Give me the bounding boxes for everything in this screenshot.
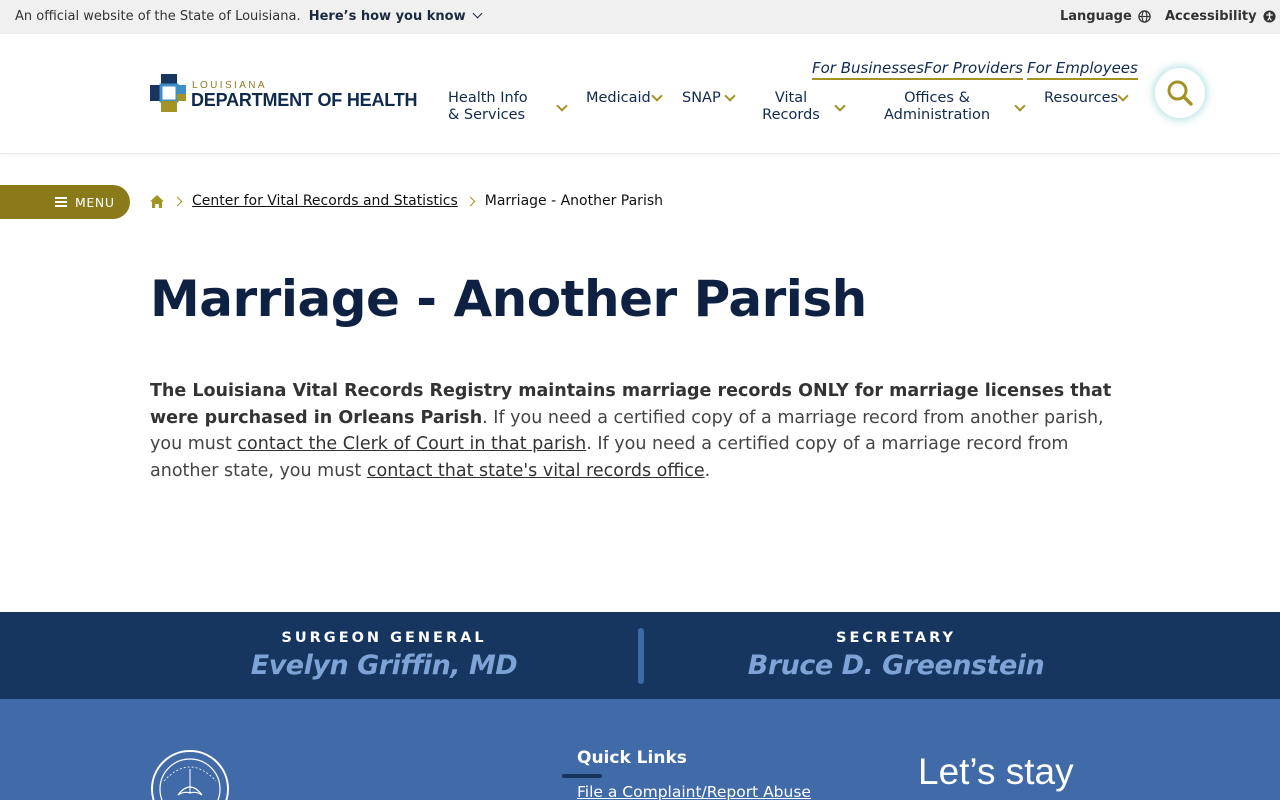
leadership-band: SURGEON GENERAL Evelyn Griffin, MD SECRE… (0, 612, 1280, 699)
ldh-logo[interactable]: LOUISIANA DEPARTMENT OF HEALTH (150, 74, 418, 114)
nav-label-line: Administration (884, 107, 991, 123)
leader-divider (638, 628, 644, 684)
nav-medicaid[interactable]: Medicaid (586, 90, 651, 107)
search-icon (1167, 80, 1193, 106)
chevron-right-icon (172, 196, 183, 206)
breadcrumb-current: Marriage - Another Parish (484, 193, 663, 209)
clerk-of-court-link[interactable]: contact the Clerk of Court in that paris… (237, 434, 586, 454)
how-you-know-toggle[interactable]: Here’s how you know (308, 8, 483, 24)
secretary-role: SECRETARY (836, 630, 956, 646)
nav-label-line: Medicaid (586, 90, 651, 106)
nav-label-line: Health Info (448, 90, 528, 106)
language-label: Language (1060, 9, 1132, 24)
surgeon-general-name: Evelyn Griffin, MD (250, 650, 518, 681)
nav-resources[interactable]: Resources (1044, 90, 1118, 107)
nav-label-line: Records (762, 107, 820, 123)
chevron-down-icon[interactable] (651, 90, 663, 102)
globe-icon (1138, 10, 1151, 23)
quick-links-title: Quick Links (577, 748, 687, 768)
official-banner: An official website of the State of Loui… (0, 0, 1280, 34)
ldh-logo-mark-icon (150, 74, 186, 112)
secretary-name: Bruce D. Greenstein (747, 650, 1045, 681)
state-vital-records-link[interactable]: contact that state's vital records offic… (367, 461, 705, 481)
nav-label-line: Resources (1044, 90, 1119, 106)
stay-connected-heading: Let’s stay (918, 751, 1074, 792)
intro-paragraph: The Louisiana Vital Records Registry mai… (150, 378, 1130, 484)
official-notice: An official website of the State of Loui… (15, 9, 301, 24)
nav-label-line: & Services (448, 107, 526, 123)
surgeon-general-block: SURGEON GENERAL Evelyn Griffin, MD (224, 630, 544, 681)
site-header: LOUISIANA DEPARTMENT OF HEALTH For Busin… (0, 34, 1280, 154)
chevron-down-icon[interactable] (834, 100, 846, 112)
state-seal-icon (151, 750, 229, 800)
nav-snap[interactable]: SNAP (682, 90, 721, 107)
chevron-down-icon[interactable] (1117, 90, 1129, 102)
menu-button[interactable]: MENU (0, 185, 130, 219)
intro-text: . (704, 460, 711, 481)
chevron-down-icon[interactable] (724, 90, 736, 102)
quick-links-accent (562, 774, 602, 778)
nav-label-line: Vital (774, 90, 808, 106)
page-title: Marriage - Another Parish (150, 270, 867, 328)
chevron-down-icon (472, 8, 483, 19)
for-providers-link[interactable]: For Providers (924, 59, 1023, 80)
search-button[interactable] (1155, 68, 1205, 118)
chevron-right-icon (465, 196, 476, 206)
official-text: An official website of the State of Loui… (15, 8, 483, 24)
menu-label: MENU (75, 194, 115, 210)
breadcrumb: Center for Vital Records and Statistics … (149, 193, 663, 209)
how-you-know-label: Here’s how you know (308, 9, 466, 24)
site-footer: Quick Links File a Complaint/Report Abus… (0, 699, 1280, 800)
accessibility-icon (1263, 10, 1276, 23)
nav-label-line: Offices & (904, 90, 970, 106)
file-complaint-link[interactable]: File a Complaint/Report Abuse (577, 783, 811, 800)
home-icon[interactable] (149, 194, 165, 209)
secretary-block: SECRETARY Bruce D. Greenstein (736, 630, 1056, 681)
nav-offices-administration[interactable]: Offices & Administration (884, 90, 990, 124)
nav-label-line: SNAP (682, 90, 721, 106)
logo-department-text: DEPARTMENT OF HEALTH (191, 90, 418, 110)
chevron-down-icon[interactable] (1014, 100, 1026, 112)
hamburger-icon (55, 197, 67, 207)
nav-health-info-services[interactable]: Health Info & Services (448, 90, 528, 124)
surgeon-general-role: SURGEON GENERAL (281, 630, 487, 646)
for-businesses-link[interactable]: For Businesses (812, 59, 924, 80)
language-button[interactable]: Language (1060, 9, 1151, 24)
breadcrumb-parent-link[interactable]: Center for Vital Records and Statistics (192, 193, 458, 209)
nav-vital-records[interactable]: Vital Records (762, 90, 820, 124)
for-employees-link[interactable]: For Employees (1027, 59, 1138, 80)
accessibility-button[interactable]: Accessibility (1165, 9, 1276, 24)
accessibility-label: Accessibility (1165, 9, 1257, 24)
chevron-down-icon[interactable] (556, 100, 568, 112)
